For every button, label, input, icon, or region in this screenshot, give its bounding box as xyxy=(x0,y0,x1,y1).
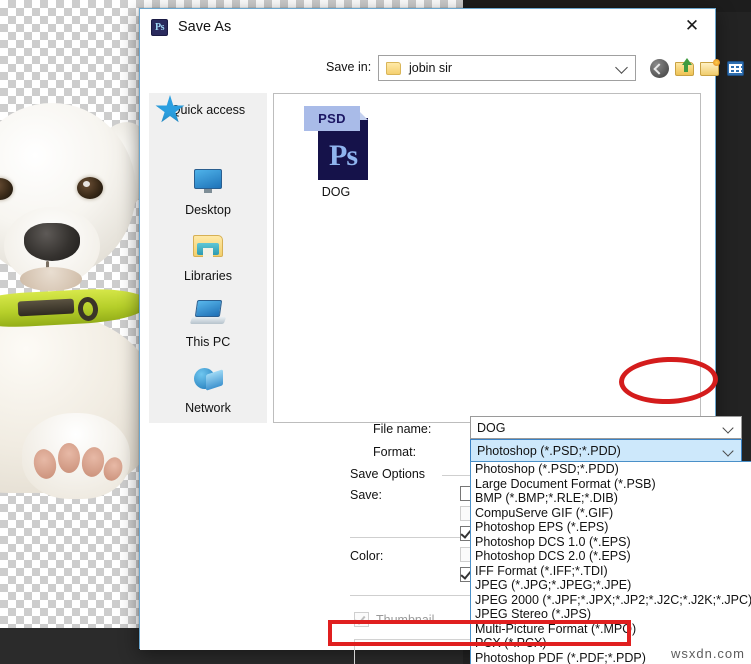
sidebar-item-this-pc[interactable]: This PC xyxy=(149,291,267,357)
file-list-pane[interactable]: PSD Ps DOG xyxy=(273,93,701,423)
format-option[interactable]: Photoshop EPS (*.EPS) xyxy=(471,520,751,535)
folder-icon xyxy=(386,61,401,75)
puppy-chin xyxy=(20,267,82,291)
format-option[interactable]: Photoshop DCS 2.0 (*.EPS) xyxy=(471,549,751,564)
thumbnail-label: Thumbnail xyxy=(376,612,435,627)
save-in-value: jobin sir xyxy=(409,61,453,75)
monitor-icon xyxy=(189,165,227,199)
format-option[interactable]: JPEG Stereo (*.JPS) xyxy=(471,607,751,622)
sidebar-item-label: Desktop xyxy=(185,203,231,217)
save-options-save-label: Save: xyxy=(350,488,382,502)
sidebar-item-label: Quick access xyxy=(170,103,246,117)
watermark: wsxdn.com xyxy=(670,646,745,661)
psd-badge-text: PSD xyxy=(318,111,346,126)
format-combobox[interactable]: Photoshop (*.PSD;*.PDD) xyxy=(470,439,742,462)
close-icon[interactable]: ✕ xyxy=(669,9,715,43)
save-options-title: Save Options xyxy=(350,467,432,481)
laptop-icon xyxy=(189,297,227,331)
format-label: Format: xyxy=(373,445,417,459)
format-value: Photoshop (*.PSD;*.PDD) xyxy=(477,443,621,458)
new-folder-icon[interactable] xyxy=(700,57,722,79)
sidebar-item-network[interactable]: Network xyxy=(149,357,267,423)
save-in-label: Save in: xyxy=(326,60,372,74)
format-option[interactable]: CompuServe GIF (*.GIF) xyxy=(471,506,751,521)
file-name-input[interactable]: DOG xyxy=(470,416,742,439)
dialog-title: Save As xyxy=(178,19,232,35)
format-option[interactable]: JPEG 2000 (*.JPF;*.JPX;*.JP2;*.J2C;*.J2K… xyxy=(471,593,751,608)
format-option[interactable]: BMP (*.BMP;*.RLE;*.DIB) xyxy=(471,491,751,506)
chevron-down-icon[interactable] xyxy=(722,445,734,457)
format-option[interactable]: Multi-Picture Format (*.MPO) xyxy=(471,622,751,637)
puppy-nose xyxy=(24,223,80,261)
ps-glyph: Ps xyxy=(329,138,358,172)
thumbnail-row: Thumbnail xyxy=(354,612,434,627)
sidebar-item-desktop[interactable]: Desktop xyxy=(149,159,267,225)
format-option[interactable]: IFF Format (*.IFF;*.TDI) xyxy=(471,564,751,579)
list-item[interactable]: PSD Ps DOG xyxy=(288,106,384,206)
chevron-down-icon[interactable] xyxy=(615,61,628,74)
save-as-dialog: Ps Save As ✕ Save in: jobin sir Quick ac… xyxy=(139,8,751,664)
puppy-collar-buckle xyxy=(17,298,75,317)
chevron-down-icon[interactable] xyxy=(722,422,734,434)
up-one-level-icon[interactable] xyxy=(674,57,696,79)
save-options-color-label: Color: xyxy=(350,549,384,563)
sidebar-item-label: This PC xyxy=(185,335,231,349)
library-folder-icon xyxy=(189,231,227,265)
network-globe-icon xyxy=(189,363,227,397)
save-in-row: Save in: jobin sir xyxy=(140,55,751,83)
psd-file-icon: PSD Ps xyxy=(304,106,368,180)
back-icon[interactable] xyxy=(649,57,671,79)
format-option[interactable]: Photoshop DCS 1.0 (*.EPS) xyxy=(471,535,751,550)
dialog-body: Save in: jobin sir Quick access Desktop … xyxy=(140,45,751,664)
save-in-combobox[interactable]: jobin sir xyxy=(378,55,636,81)
views-icon[interactable] xyxy=(727,57,751,79)
file-name-value: DOG xyxy=(477,420,506,435)
sidebar-item-label: Network xyxy=(185,401,231,415)
sidebar-item-libraries[interactable]: Libraries xyxy=(149,225,267,291)
format-option[interactable]: Photoshop (*.PSD;*.PDD) xyxy=(471,462,751,477)
puppy-toe xyxy=(58,443,80,473)
format-option[interactable]: JPEG (*.JPG;*.JPEG;*.JPE) xyxy=(471,578,751,593)
photoshop-icon: Ps xyxy=(151,18,168,36)
dialog-titlebar: Ps Save As ✕ xyxy=(140,9,715,45)
format-option[interactable]: Large Document Format (*.PSB) xyxy=(471,477,751,492)
puppy-eye-right xyxy=(77,177,103,199)
sidebar-item-quick-access[interactable]: Quick access xyxy=(149,93,267,159)
sidebar-item-label: Libraries xyxy=(184,269,232,283)
puppy-image xyxy=(0,95,141,525)
format-dropdown-list[interactable]: Photoshop (*.PSD;*.PDD) Large Document Fo… xyxy=(470,461,751,664)
checkbox-thumbnail xyxy=(354,612,369,627)
places-bar: Quick access Desktop Libraries This PC N… xyxy=(149,93,267,423)
file-name-label: File name: xyxy=(373,422,432,436)
list-item-label: DOG xyxy=(321,185,351,199)
